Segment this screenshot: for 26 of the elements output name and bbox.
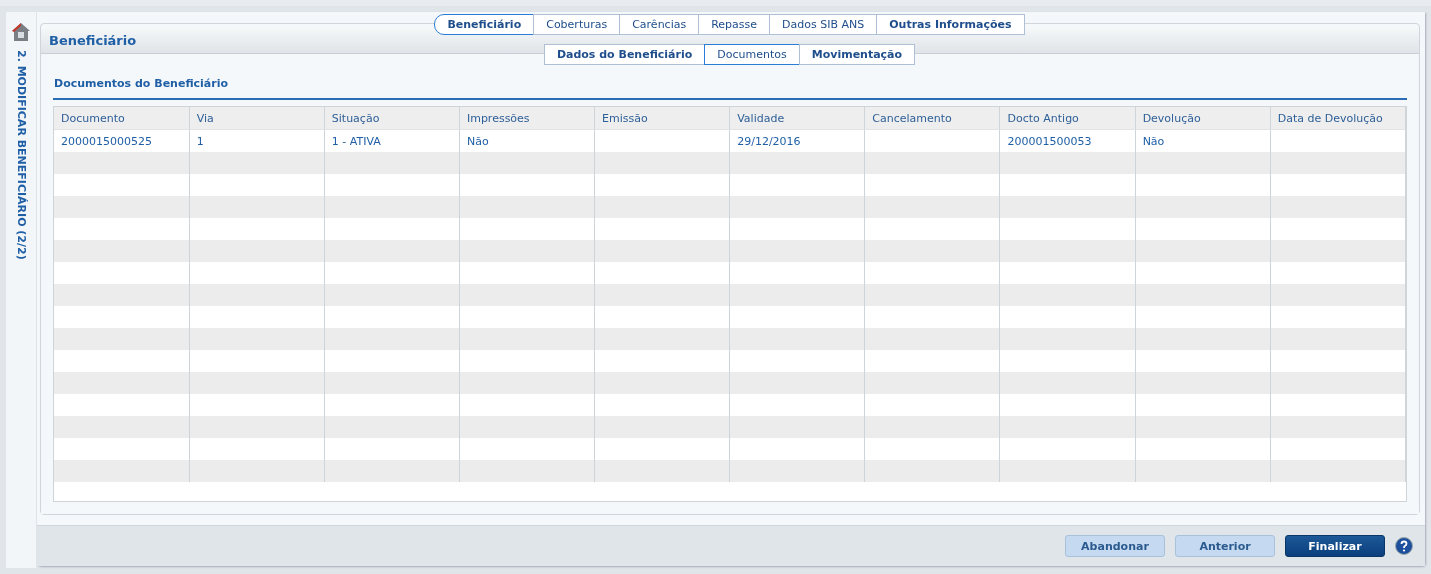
action-button[interactable]: Anterior bbox=[1175, 535, 1275, 557]
column-header: Documento bbox=[54, 107, 190, 130]
action-button[interactable]: Finalizar bbox=[1285, 535, 1385, 557]
subtab[interactable]: Documentos bbox=[704, 44, 800, 65]
tab[interactable]: Beneficiário bbox=[434, 14, 535, 35]
subtab[interactable]: Dados do Beneficiário bbox=[543, 44, 706, 65]
column-header: Via bbox=[189, 107, 325, 130]
help-icon[interactable] bbox=[1395, 537, 1413, 555]
tab[interactable]: Outras Informações bbox=[876, 14, 1025, 35]
column-header: Impressões bbox=[459, 107, 595, 130]
action-button[interactable]: Abandonar bbox=[1065, 535, 1165, 557]
tab[interactable]: Repasse bbox=[698, 14, 771, 35]
column-header: Cancelamento bbox=[864, 107, 1000, 130]
tab[interactable]: Coberturas bbox=[533, 14, 621, 35]
column-header: Situação bbox=[324, 107, 460, 130]
column-header: Docto Antigo bbox=[1000, 107, 1136, 130]
wizard-step-title: 2. MODIFICAR BENEFICIÁRIO (2/2) bbox=[14, 50, 28, 260]
tab[interactable]: Dados SIB ANS bbox=[769, 14, 878, 35]
subtab[interactable]: Movimentação bbox=[798, 44, 916, 65]
tab[interactable]: Carências bbox=[619, 14, 700, 35]
column-header: Data de Devolução bbox=[1270, 107, 1406, 130]
column-header: Validade bbox=[729, 107, 865, 130]
column-header: Devolução bbox=[1135, 107, 1271, 130]
panel-title: Beneficiário bbox=[49, 32, 137, 48]
column-header: Emissão bbox=[594, 107, 730, 130]
section-title: Documentos do Beneficiário bbox=[53, 75, 1407, 100]
